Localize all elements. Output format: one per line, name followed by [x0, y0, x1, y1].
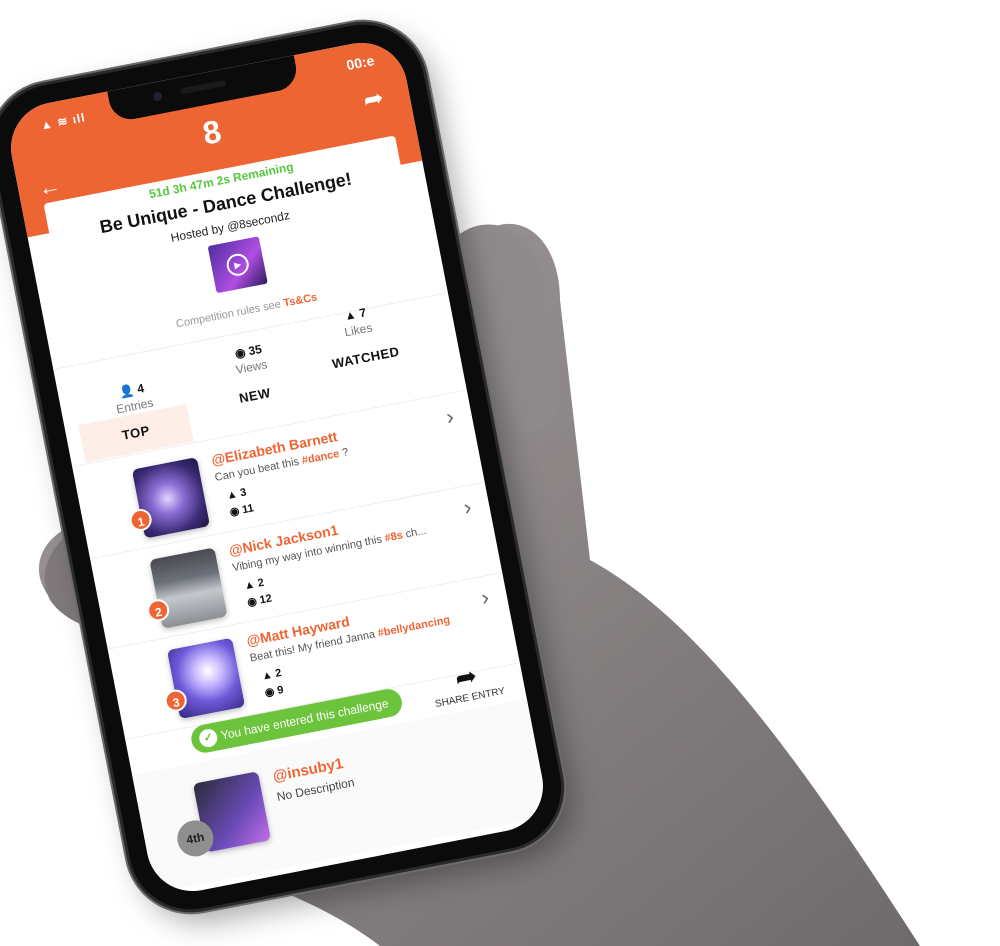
front-camera — [152, 91, 163, 102]
status-time: 00:e — [345, 52, 376, 74]
entry-likes: ▲ 2 — [261, 667, 283, 683]
hashtag[interactable]: #dance — [301, 448, 341, 467]
chevron-right-icon[interactable]: › — [444, 404, 456, 431]
entry-likes: ▲ 2 — [243, 577, 265, 593]
likes-count: 7 — [358, 305, 368, 321]
hashtag[interactable]: #bellydancing — [377, 614, 451, 640]
earpiece-speaker — [180, 79, 227, 95]
entries-count: 4 — [136, 381, 146, 397]
views-value: 11 — [241, 502, 255, 517]
entry-likes: ▲ 3 — [225, 486, 247, 502]
tcs-link[interactable]: Ts&Cs — [283, 291, 319, 309]
app-logo: 8 — [199, 112, 225, 152]
signal-wifi-icons: ▲ ≋ ıll — [39, 110, 87, 133]
description-tail: ? — [338, 446, 350, 460]
views-value: 9 — [276, 683, 285, 697]
entry-views: ◉ 11 — [229, 501, 255, 518]
description-tail: ch... — [401, 524, 428, 542]
views-value: 12 — [258, 592, 274, 607]
back-arrow-icon[interactable]: ← — [36, 172, 63, 202]
play-icon: ▶ — [224, 251, 251, 278]
challenge-thumbnail[interactable]: ▶ — [207, 236, 268, 294]
likes-value: 3 — [239, 486, 248, 500]
share-icon[interactable]: ➦ — [361, 83, 386, 115]
views-count: 35 — [247, 341, 264, 359]
chevron-right-icon[interactable]: › — [479, 584, 491, 611]
likes-value: 2 — [256, 576, 266, 590]
entry-views: ◉ 12 — [246, 592, 273, 610]
likes-value: 2 — [274, 667, 283, 680]
entry-views: ◉ 9 — [264, 683, 285, 699]
check-icon: ✓ — [197, 727, 219, 749]
chevron-right-icon[interactable]: › — [461, 494, 473, 521]
